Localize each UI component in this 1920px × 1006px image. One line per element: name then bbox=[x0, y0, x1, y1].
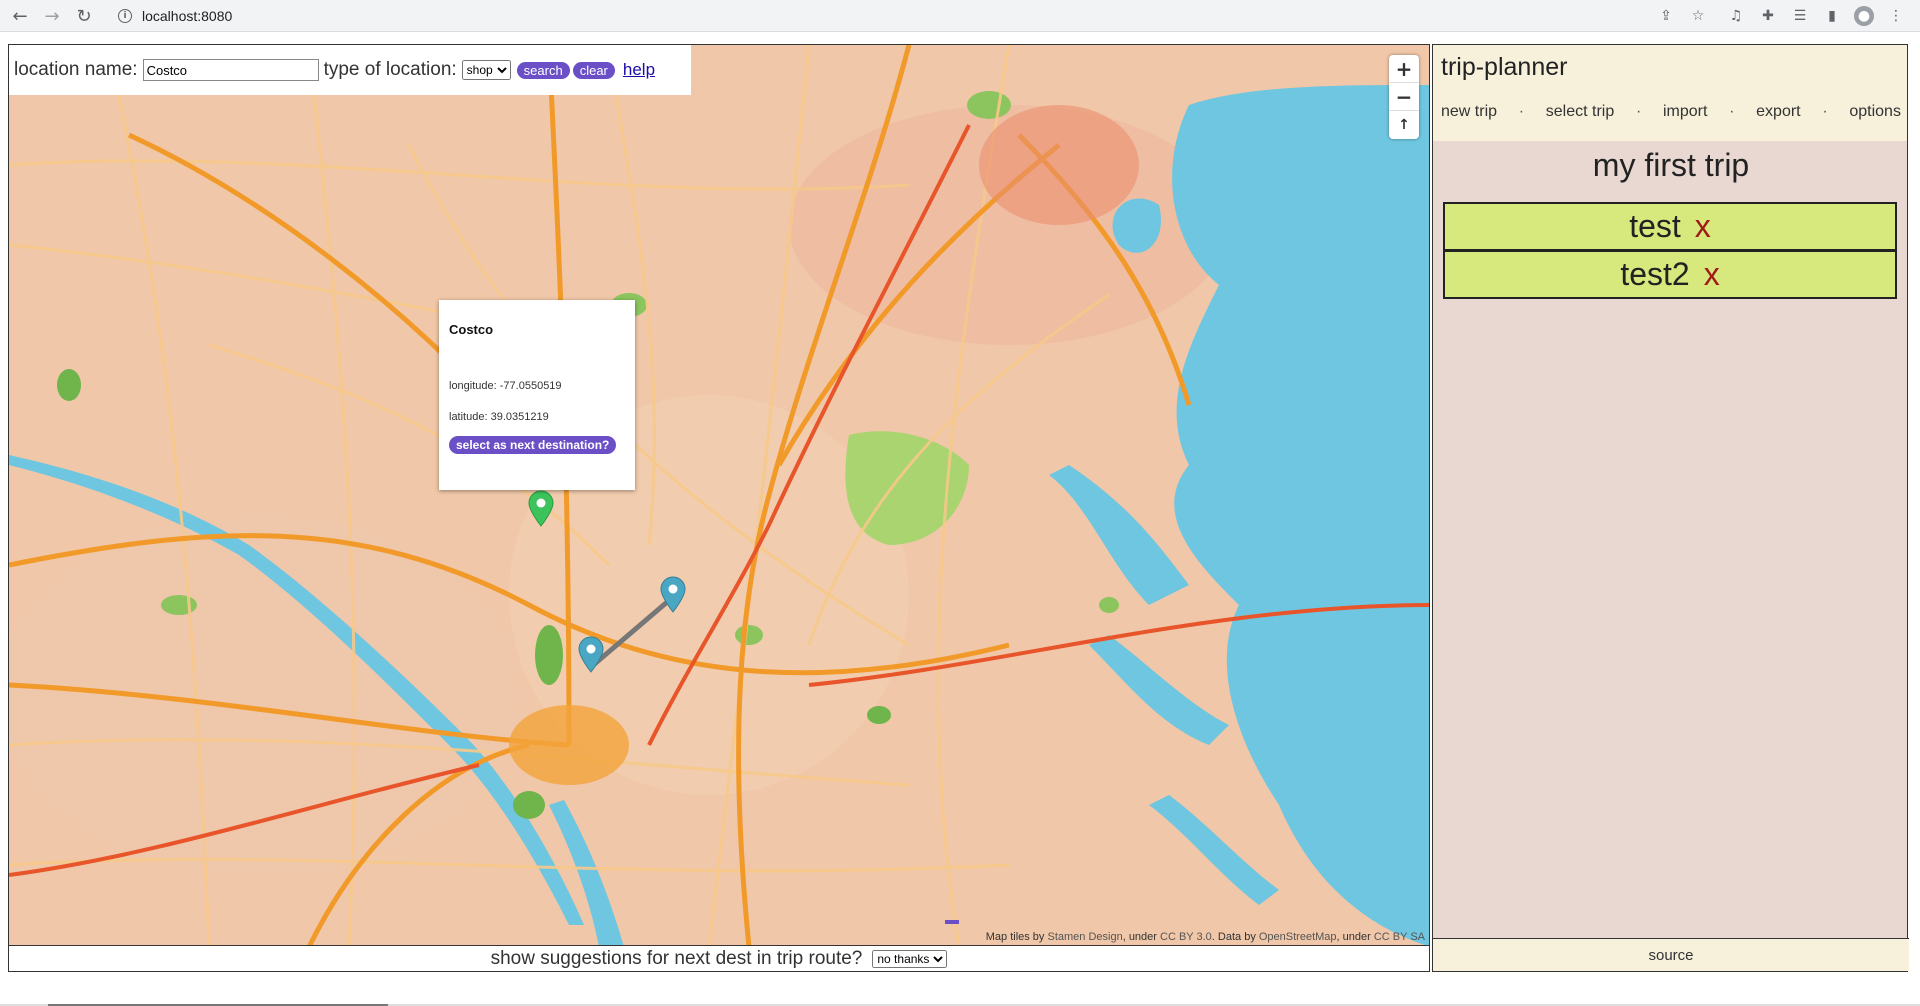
reset-north-button[interactable]: ↑ bbox=[1389, 111, 1419, 139]
location-popup: Costco longitude: -77.0550519 latitude: … bbox=[439, 300, 635, 490]
profile-icon[interactable]: ● bbox=[1854, 6, 1874, 26]
puzzle-icon[interactable]: ✚ bbox=[1758, 6, 1778, 26]
suggestions-select[interactable]: no thanks bbox=[872, 949, 948, 968]
nav-separator: · bbox=[1729, 103, 1735, 120]
attribution-link[interactable]: CC BY 3.0 bbox=[1160, 931, 1212, 943]
panel-nav: new trip · select trip · import · export… bbox=[1441, 103, 1901, 121]
destination-item[interactable]: test2 x bbox=[1443, 250, 1897, 299]
help-link[interactable]: help bbox=[623, 60, 655, 80]
app-container: location name: type of location: shop se… bbox=[8, 44, 1909, 972]
map-view[interactable]: location name: type of location: shop se… bbox=[8, 44, 1430, 946]
attribution-toggle[interactable] bbox=[945, 920, 959, 924]
info-icon[interactable]: i bbox=[118, 9, 132, 23]
share-icon[interactable]: ⇪ bbox=[1656, 6, 1676, 26]
trip-panel: trip-planner new trip · select trip · im… bbox=[1432, 44, 1909, 972]
location-type-select[interactable]: shop bbox=[461, 60, 511, 80]
search-button[interactable]: search bbox=[516, 61, 570, 79]
attribution-text: . Data by bbox=[1211, 931, 1259, 943]
destination-name: test bbox=[1629, 208, 1681, 244]
menu-icon[interactable]: ⋮ bbox=[1886, 6, 1906, 26]
nav-import[interactable]: import bbox=[1663, 103, 1707, 121]
location-name-input[interactable] bbox=[142, 59, 319, 81]
zoom-controls: + − ↑ bbox=[1389, 55, 1419, 139]
location-name-label: location name: bbox=[14, 59, 138, 80]
nav-separator: · bbox=[1822, 103, 1828, 120]
select-destination-button[interactable]: select as next destination? bbox=[449, 436, 617, 454]
map-tiles[interactable] bbox=[9, 45, 1430, 946]
back-icon[interactable]: ← bbox=[8, 4, 32, 28]
url-text: localhost:8080 bbox=[142, 8, 233, 24]
nav-new-trip[interactable]: new trip bbox=[1441, 103, 1497, 121]
clear-button[interactable]: clear bbox=[572, 61, 615, 79]
popup-title: Costco bbox=[449, 322, 494, 337]
nav-options[interactable]: options bbox=[1849, 103, 1901, 121]
remove-destination-button[interactable]: x bbox=[1704, 256, 1720, 293]
app-title: trip-planner bbox=[1441, 53, 1568, 81]
attribution-link[interactable]: Stamen Design bbox=[1047, 931, 1122, 943]
nav-separator: · bbox=[1635, 103, 1642, 120]
reading-list-icon[interactable]: ☰ bbox=[1790, 6, 1810, 26]
source-link[interactable]: source bbox=[1433, 938, 1909, 971]
zoom-out-button[interactable]: − bbox=[1389, 83, 1419, 111]
location-marker-icon[interactable] bbox=[527, 489, 555, 527]
search-bar: location name: type of location: shop se… bbox=[9, 45, 691, 95]
nav-separator: · bbox=[1518, 103, 1525, 120]
destination-marker-icon[interactable] bbox=[577, 635, 605, 673]
trip-name[interactable]: my first trip bbox=[1433, 147, 1909, 184]
address-bar[interactable]: i localhost:8080 bbox=[108, 4, 1648, 28]
nav-export[interactable]: export bbox=[1756, 103, 1800, 121]
destination-item[interactable]: test x bbox=[1443, 202, 1897, 251]
forward-icon[interactable]: → bbox=[40, 4, 64, 28]
suggestions-label: show suggestions for next dest in trip r… bbox=[490, 947, 863, 969]
popup-latitude: latitude: 39.0351219 bbox=[449, 411, 549, 423]
attribution-link[interactable]: CC BY SA bbox=[1374, 931, 1425, 943]
nav-select-trip[interactable]: select trip bbox=[1546, 103, 1614, 121]
map-attribution: Map tiles by Stamen Design, under CC BY … bbox=[986, 931, 1425, 943]
suggestions-bar: show suggestions for next dest in trip r… bbox=[8, 946, 1430, 972]
popup-longitude: longitude: -77.0550519 bbox=[449, 380, 562, 392]
zoom-in-button[interactable]: + bbox=[1389, 55, 1419, 83]
location-type-label: type of location: bbox=[323, 59, 457, 80]
attribution-link[interactable]: OpenStreetMap bbox=[1259, 931, 1337, 943]
reload-icon[interactable]: ↻ bbox=[72, 4, 96, 28]
music-icon[interactable]: ♫ bbox=[1726, 6, 1746, 26]
sidepanel-icon[interactable]: ▮ bbox=[1822, 6, 1842, 26]
destination-name: test2 bbox=[1620, 256, 1690, 292]
attribution-text: , under bbox=[1122, 931, 1161, 943]
browser-toolbar: ← → ↻ i localhost:8080 ⇪ ☆ ♫ ✚ ☰ ▮ ● ⋮ bbox=[0, 0, 1920, 32]
star-icon[interactable]: ☆ bbox=[1688, 6, 1708, 26]
attribution-text: , under bbox=[1336, 931, 1374, 943]
remove-destination-button[interactable]: x bbox=[1695, 208, 1711, 245]
destination-marker-icon[interactable] bbox=[659, 575, 687, 613]
attribution-text: Map tiles by bbox=[985, 931, 1048, 943]
